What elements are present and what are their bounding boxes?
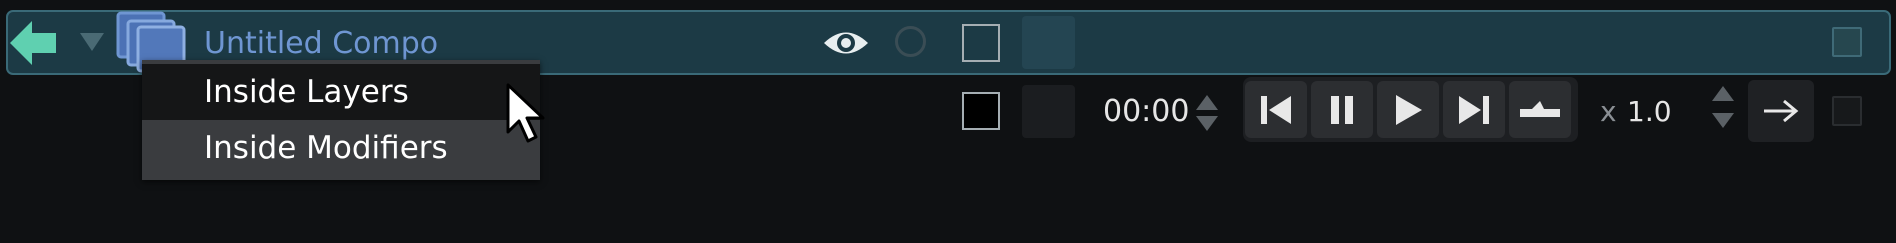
skip-forward-button[interactable] <box>1443 81 1505 138</box>
time-stepper[interactable] <box>1196 93 1218 133</box>
left-arrow-icon <box>10 21 56 65</box>
stepper-up-icon[interactable] <box>1196 95 1218 110</box>
speed-stepper[interactable] <box>1712 84 1734 136</box>
speed-value[interactable]: 1.0 <box>1627 94 1672 130</box>
pause-button[interactable] <box>1311 81 1373 138</box>
row-thumbnail-slot[interactable] <box>1022 85 1075 138</box>
right-arrow-icon <box>1764 99 1799 123</box>
composition-name[interactable]: Untitled Compo <box>204 24 438 64</box>
speed-down-icon[interactable] <box>1712 113 1734 128</box>
row-color-swatch[interactable] <box>962 92 1000 130</box>
collapse-toggle[interactable] <box>80 33 104 55</box>
context-menu: Inside Layers Inside Modifiers <box>142 60 540 180</box>
skip-back-button[interactable] <box>1245 81 1307 138</box>
bounce-button[interactable] <box>1509 81 1571 138</box>
composition-checkbox[interactable] <box>962 24 1000 62</box>
play-button[interactable] <box>1377 81 1439 138</box>
chevron-down-icon <box>80 33 104 51</box>
pause-icon <box>1331 95 1353 124</box>
composition-thumbnail-slot[interactable] <box>1022 16 1075 69</box>
skip-back-icon <box>1261 95 1291 124</box>
eye-icon[interactable] <box>822 28 870 62</box>
stepper-down-icon[interactable] <box>1196 116 1218 131</box>
back-button[interactable] <box>8 18 58 72</box>
skip-forward-icon <box>1459 95 1489 124</box>
composition-right-toggle[interactable] <box>1832 27 1862 57</box>
row-right-toggle[interactable] <box>1832 96 1862 126</box>
bounce-icon <box>1520 100 1560 117</box>
mouse-cursor-icon <box>505 82 549 150</box>
direction-button[interactable] <box>1748 80 1814 142</box>
play-icon <box>1396 94 1422 125</box>
speed-prefix: x <box>1600 95 1617 128</box>
time-display[interactable]: 00:00 <box>1103 93 1189 131</box>
circle-icon[interactable] <box>895 26 926 57</box>
menu-item-inside-layers[interactable]: Inside Layers <box>142 64 540 120</box>
menu-item-inside-modifiers[interactable]: Inside Modifiers <box>142 120 540 176</box>
speed-up-icon[interactable] <box>1712 86 1734 101</box>
transport-controls <box>1243 77 1578 142</box>
